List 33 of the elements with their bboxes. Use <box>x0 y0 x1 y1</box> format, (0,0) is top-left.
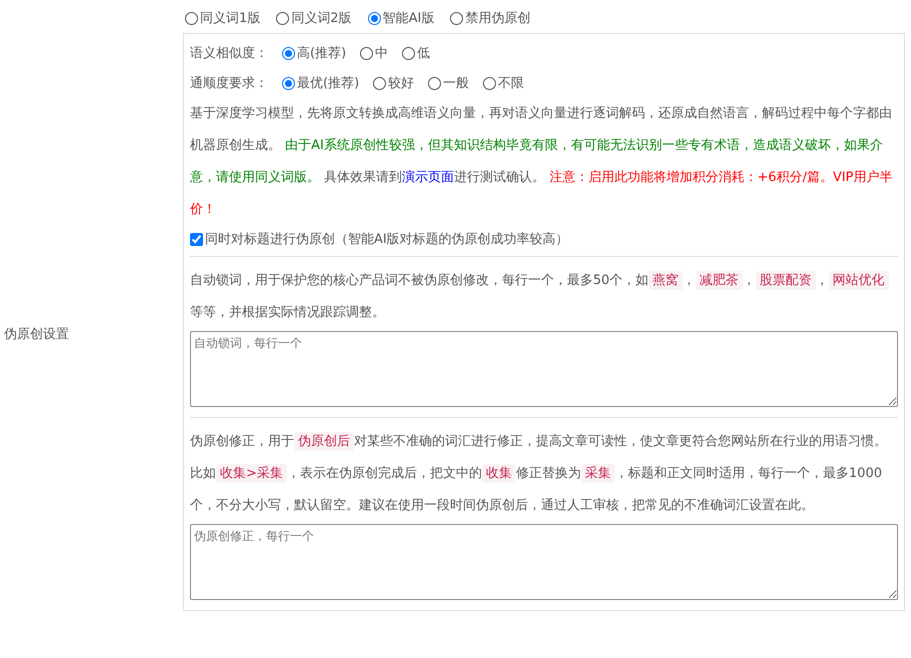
section-description: 伪原创修正，用于 伪原创后 对某些不准确的词汇进行修正，提高文章可读性，使文章更符合您网站所在行业的用语习惯。比如 收集>采集 ，表示在伪原创完成后，把文中的 收集 修正替换为 采集 ，标题和正文同时适用，每行一个，最多1000个，不分大小写，默认留空。建议在使用一段时间伪原创后，通过人工审核，把常见的不准确词汇设置在此。 <box>190 431 888 515</box>
setting-label: 通顺度要求： <box>190 75 268 92</box>
option-label[interactable]: 同义词2版 <box>291 9 352 27</box>
radio-button[interactable] <box>282 46 295 60</box>
setting-label: 语义相似度： <box>190 45 268 62</box>
option-label[interactable]: 同义词1版 <box>200 9 260 27</box>
demo-page-link[interactable]: 演示页面 <box>402 170 454 185</box>
section-description: 自动锁词，用于保护您的核心产品词不被伪原创修改，每行一个，最多50个，如 燕窝 ， 减肥茶 ， 股票配资 ， 网站优化 等等，并根据实际情况跟踪调整。 <box>190 265 898 329</box>
option-label[interactable]: 最优(推荐) <box>297 74 360 92</box>
checkbox-label[interactable]: 同时对标题进行伪原创（智能AI版对标题的伪原创成功率较高） <box>205 230 569 248</box>
option-label[interactable]: 智能AI版 <box>382 9 434 27</box>
radio-button[interactable] <box>483 76 496 90</box>
option-label[interactable]: 中 <box>375 44 388 62</box>
radio-button[interactable] <box>450 12 464 24</box>
input-field[interactable]: 伪原创修正，每行一个 <box>190 524 898 600</box>
option-label[interactable]: 高(推荐) <box>297 44 346 62</box>
ai-description: 基于深度学习模型，先将原文转换成高维语义向量，再对语义向量进行逐词解码，还原成自然语言，解码过程中每个字都由机器原创生成。 由于AI系统原创性较强，但其知识结构毕竟有限，有可能无法识别一些专有术语，造成语义破坏，如果介意，请使用同义词版。 具体效果请到演示页面进行测试确认。 注意：启用此功能将增加积分消耗：+6积分/篇。VIP用户半价！ <box>190 105 894 219</box>
input-field[interactable]: 自动锁词，每行一个 <box>190 331 898 407</box>
option-label[interactable]: 较好 <box>388 74 414 92</box>
radio-button[interactable] <box>276 12 290 24</box>
checkbox[interactable] <box>190 232 203 246</box>
radio-button[interactable] <box>373 76 386 90</box>
radio-button[interactable] <box>360 46 374 60</box>
section-label: 伪原创设置 <box>4 326 69 343</box>
radio-button[interactable] <box>185 12 198 24</box>
option-label[interactable]: 禁用伪原创 <box>465 9 530 27</box>
option-label[interactable]: 不限 <box>498 74 524 92</box>
option-label[interactable]: 低 <box>417 44 430 62</box>
option-label[interactable]: 一般 <box>443 74 470 92</box>
radio-button[interactable] <box>368 12 381 24</box>
radio-button[interactable] <box>282 76 295 90</box>
radio-button[interactable] <box>428 76 442 90</box>
radio-button[interactable] <box>402 46 416 60</box>
